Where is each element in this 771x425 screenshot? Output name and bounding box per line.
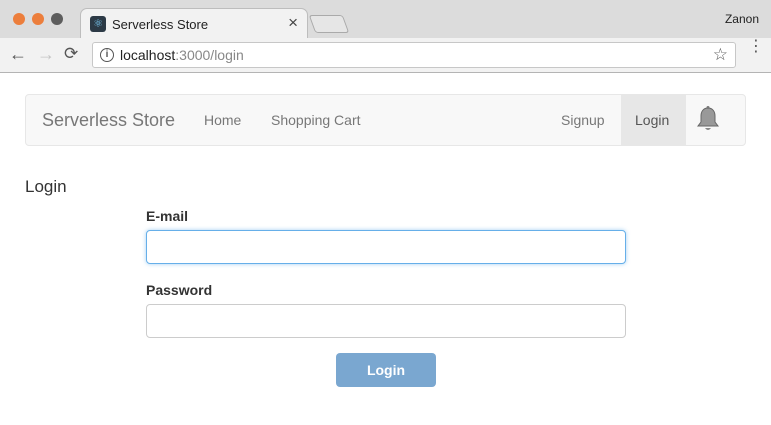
nav-login-label: Login — [635, 112, 670, 128]
address-bar[interactable]: i localhost:3000/login ☆ — [92, 42, 736, 68]
back-arrow-icon[interactable]: ← — [9, 44, 27, 64]
maximize-window-button[interactable] — [51, 13, 63, 25]
notification-bell-icon[interactable] — [696, 105, 720, 133]
bookmark-star-icon[interactable]: ☆ — [713, 45, 728, 65]
info-icon[interactable]: i — [100, 48, 114, 62]
password-field[interactable] — [146, 304, 626, 338]
nav-link-login[interactable]: Login — [621, 95, 686, 145]
nav-link-signup[interactable]: Signup — [561, 112, 605, 128]
tab-close-icon[interactable]: × — [288, 14, 298, 32]
url-path: :3000/login — [175, 47, 244, 63]
react-favicon-icon: ⚛ — [90, 16, 106, 32]
forward-arrow-icon[interactable]: → — [37, 44, 55, 64]
password-label: Password — [146, 282, 213, 298]
browser-toolbar: ← → ⟳ i localhost:3000/login ☆ ⋮ — [0, 38, 771, 73]
reload-icon[interactable]: ⟳ — [64, 44, 78, 64]
browser-tab[interactable]: ⚛ Serverless Store × — [80, 8, 308, 39]
email-label: E-mail — [146, 208, 189, 224]
site-navbar: Serverless Store Home Shopping Cart Sign… — [25, 94, 746, 146]
url-host: localhost — [120, 47, 176, 63]
url-text[interactable]: localhost:3000/login — [120, 47, 244, 63]
tab-title: Serverless Store — [112, 17, 209, 32]
email-field[interactable] — [146, 230, 626, 264]
browser-menu-icon[interactable]: ⋮ — [748, 39, 764, 55]
nav-link-shopping-cart[interactable]: Shopping Cart — [271, 112, 361, 128]
close-window-button[interactable] — [13, 13, 25, 25]
window-titlebar: ⚛ Serverless Store × Zanon — [0, 0, 771, 39]
navbar-brand[interactable]: Serverless Store — [42, 110, 175, 131]
login-submit-button[interactable]: Login — [336, 353, 436, 387]
new-tab-button[interactable] — [308, 15, 350, 33]
nav-link-home[interactable]: Home — [204, 112, 241, 128]
profile-name[interactable]: Zanon — [725, 12, 759, 26]
minimize-window-button[interactable] — [32, 13, 44, 25]
page-title: Login — [25, 177, 67, 196]
